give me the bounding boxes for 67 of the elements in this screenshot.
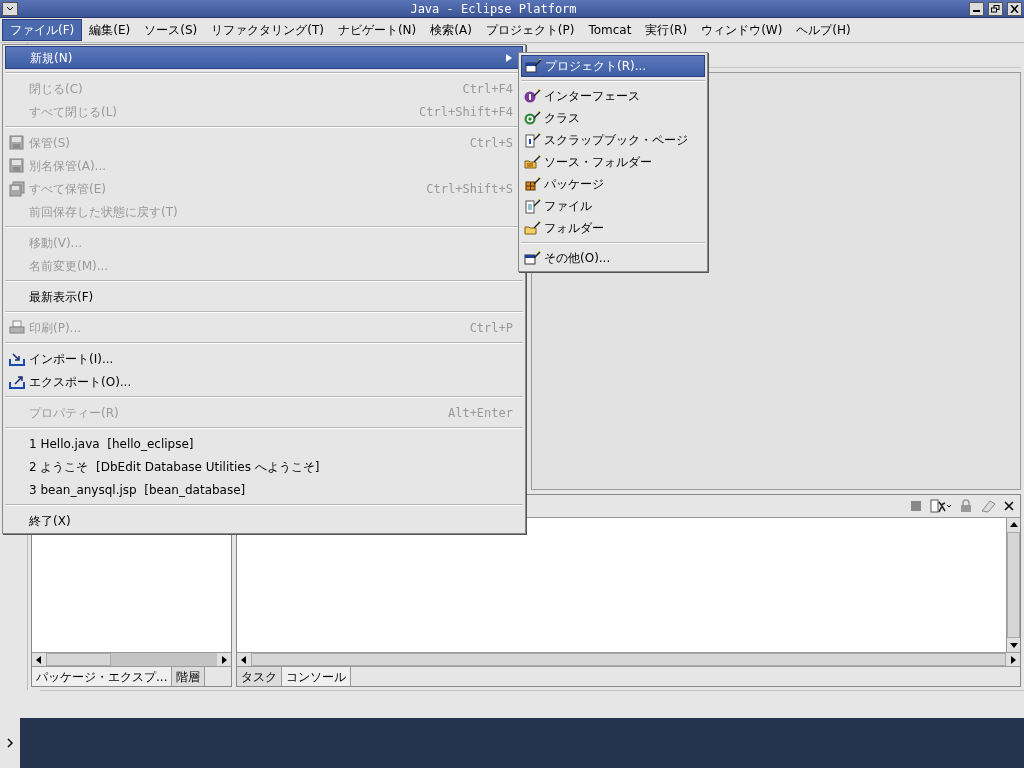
menu-item[interactable]: クラス (521, 107, 705, 129)
view-tab[interactable]: タスク (237, 667, 282, 686)
menu-item[interactable]: その他(O)... (521, 247, 705, 269)
stop-icon[interactable] (910, 500, 922, 512)
scroll-right-icon[interactable] (219, 655, 229, 665)
close-icon[interactable] (1004, 501, 1014, 511)
page-icon (524, 132, 542, 148)
menu-item[interactable]: エクスポート(O)... (5, 370, 523, 393)
chevron-down-icon (6, 5, 14, 12)
menu-item[interactable]: 編集(E) (82, 19, 138, 41)
file-icon (524, 198, 542, 214)
menu-item[interactable]: インポート(I)... (5, 347, 523, 370)
menu-item[interactable]: ウィンドウ(W) (694, 19, 790, 41)
menu-item[interactable]: 終了(X) (5, 509, 523, 532)
menu-item[interactable]: インターフェース (521, 85, 705, 107)
menu-item[interactable]: ファイル(F) (2, 19, 83, 41)
menu-item[interactable]: ナビゲート(N) (330, 19, 424, 41)
tray-arrow-out-icon (9, 373, 25, 390)
taskbar-expand-button[interactable] (0, 718, 20, 768)
close-icon (1010, 4, 1019, 13)
maximize-button[interactable] (988, 1, 1003, 16)
chevron-right-icon (7, 738, 13, 748)
menu-item[interactable]: 新規(N) (5, 46, 523, 69)
menu-item[interactable]: 2 ようこそ [DbEdit Database Utilities へようこそ] (5, 455, 523, 478)
package-icon (524, 176, 542, 192)
menu-item[interactable]: 検索(A) (423, 19, 479, 41)
interface-icon (524, 88, 542, 104)
menu-item[interactable]: Tomcat (581, 19, 639, 41)
menu-item[interactable]: フォルダー (521, 217, 705, 239)
maximize-icon (991, 4, 1000, 13)
menu-item[interactable]: 3 bean_anysql.jsp [bean_database] (5, 478, 523, 501)
tray-arrow-in-icon (9, 350, 25, 367)
menu-item[interactable]: パッケージ (521, 173, 705, 195)
menu-item[interactable]: ソース(S) (137, 19, 205, 41)
scroll-thumb[interactable] (1007, 532, 1020, 638)
menu-item[interactable]: 実行(R) (638, 19, 695, 41)
srcfolder-icon (524, 154, 542, 170)
menu-item[interactable]: プロジェクト(P) (478, 19, 582, 41)
view-tab[interactable]: 階層 (172, 667, 206, 686)
scroll-down-icon[interactable] (1009, 640, 1019, 650)
scroll-up-icon[interactable] (1009, 520, 1019, 530)
menu-item[interactable]: スクラップブック・ページ (521, 129, 705, 151)
scroll-left-icon[interactable] (239, 655, 249, 665)
menu-item[interactable]: ヘルプ(H) (789, 19, 858, 41)
view-tab[interactable]: コンソール (282, 667, 351, 686)
menu-item[interactable]: 最新表示(F) (5, 285, 523, 308)
window-menu-button[interactable] (2, 1, 18, 16)
view-tab[interactable]: パッケージ・エクスプ... (32, 667, 173, 686)
window-title: Java - Eclipse Platform (409, 0, 578, 18)
menu-item[interactable]: プロジェクト(R)... (521, 55, 705, 77)
runner-dropdown-icon[interactable] (930, 499, 952, 513)
minimize-button[interactable] (969, 1, 984, 16)
menu-item[interactable]: ファイル (521, 195, 705, 217)
scroll-right-icon[interactable] (1008, 655, 1018, 665)
folder-icon (524, 220, 542, 236)
scroll-left-icon[interactable] (34, 655, 44, 665)
printer-icon (9, 319, 25, 336)
new-window-icon (525, 58, 543, 74)
scroll-thumb[interactable] (46, 653, 111, 666)
menu-item[interactable]: 1 Hello.java [hello_eclipse] (5, 432, 523, 455)
class-icon (524, 110, 542, 126)
menu-item[interactable]: ソース・フォルダー (521, 151, 705, 173)
eraser-icon[interactable] (980, 499, 996, 513)
new-window-icon (524, 250, 542, 266)
close-button[interactable] (1007, 1, 1022, 16)
menu-item[interactable]: リファクタリング(T) (204, 19, 331, 41)
disks-icon (9, 180, 25, 197)
